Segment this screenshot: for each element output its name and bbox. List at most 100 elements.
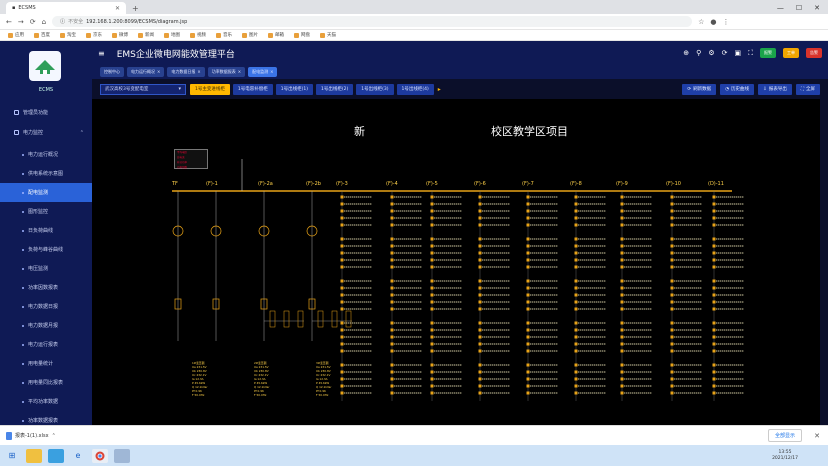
sidebar-subitem[interactable]: 电力运行报表	[0, 335, 92, 354]
sidebar-section-power-monitor[interactable]: 电力监控 ⌃	[0, 123, 92, 142]
close-icon[interactable]: ×	[157, 69, 160, 75]
action-button[interactable]: ⛶ 全屏	[795, 83, 820, 95]
search-icon[interactable]: ⚲	[696, 49, 701, 57]
browser-tab[interactable]: ▪ ECSMS ✕	[6, 2, 126, 14]
sidebar-item-admin[interactable]: 管理员功能	[0, 103, 92, 122]
target-icon[interactable]: ⊕	[683, 49, 689, 57]
switch-symbol	[574, 377, 578, 381]
star-icon[interactable]: ☆	[698, 18, 704, 26]
close-icon[interactable]: ×	[238, 69, 241, 75]
app-icon[interactable]	[114, 448, 130, 463]
new-tab-button[interactable]: +	[132, 4, 139, 13]
bookmark-item[interactable]: 应用	[8, 32, 24, 38]
sidebar-subitem[interactable]: 供电系统示意图	[0, 164, 92, 183]
download-item[interactable]: 报表-1(1).xlsx ⌃	[6, 431, 56, 440]
switch-symbol	[526, 195, 530, 199]
close-window-button[interactable]: ✕	[814, 4, 820, 12]
bookmark-item[interactable]: 视频	[190, 32, 206, 38]
feeder-chip[interactable]: 1号出线柜(3)	[356, 83, 394, 95]
bookmark-item[interactable]: 微博	[112, 32, 128, 38]
forward-button[interactable]: →	[18, 18, 24, 26]
chevron-up-icon[interactable]: ⌃	[52, 433, 56, 439]
sidebar-subitem[interactable]: 电力数据日报	[0, 297, 92, 316]
media-icon[interactable]	[48, 448, 64, 463]
screen-icon[interactable]: ▣	[734, 49, 741, 57]
feeder-chip[interactable]: 1号出线柜(2)	[316, 83, 354, 95]
sidebar-subitem[interactable]: 日负荷曲线	[0, 221, 92, 240]
home-button[interactable]: ⌂	[42, 18, 46, 26]
chrome-icon[interactable]	[92, 448, 108, 463]
bookmark-item[interactable]: 百度	[34, 32, 50, 38]
bookmark-item[interactable]: 音乐	[216, 32, 232, 38]
sidebar-subitem[interactable]: 电压监测	[0, 259, 92, 278]
address-bar[interactable]: ⓘ 不安全 192.168.1.200:8099/ECSMS/diagram.j…	[52, 16, 693, 27]
sidebar-subitem[interactable]: 功率数据报表	[0, 411, 92, 425]
feeder-chip[interactable]: 1号出线柜(1)	[275, 83, 313, 95]
show-all-button[interactable]: 全部显示	[767, 429, 802, 442]
action-button[interactable]: ⇩ 报表导出	[758, 83, 792, 95]
bookmark-item[interactable]: 淘宝	[60, 32, 76, 38]
nav-tab[interactable]: 电力运行概况 ×	[127, 67, 165, 77]
profile-icon[interactable]: ●	[710, 18, 716, 26]
sidebar-subitem[interactable]: 图形监控	[0, 202, 92, 221]
close-icon[interactable]: ✕	[814, 432, 820, 440]
alarm-badge[interactable]: 报警	[760, 48, 776, 58]
more-menu-icon[interactable]: ⋮	[722, 18, 729, 26]
sidebar-subitem[interactable]: 用电量同比报表	[0, 373, 92, 392]
bookmark-item[interactable]: 天猫	[320, 32, 336, 38]
nav-tab[interactable]: 功率数据报表 ×	[207, 67, 246, 77]
sidebar-subitem[interactable]: 平均功率数据	[0, 392, 92, 411]
sidebar-subitem[interactable]: 配电监测	[0, 183, 92, 202]
switch-symbol	[430, 321, 434, 325]
fullscreen-icon[interactable]: ⛶	[748, 49, 753, 58]
switch-symbol	[620, 209, 624, 213]
feeder-chip[interactable]: 1号电容补偿柜	[232, 83, 273, 95]
nav-tab-label: 配电监测	[252, 69, 269, 74]
switch-symbol	[712, 209, 716, 213]
explorer-icon[interactable]	[26, 448, 42, 463]
switch-symbol	[430, 300, 434, 304]
switch-symbol	[574, 251, 578, 255]
bookmark-item[interactable]: 地图	[164, 32, 180, 38]
switch-symbol	[670, 321, 674, 325]
bookmark-item[interactable]: 京东	[86, 32, 102, 38]
ie-icon[interactable]: e	[70, 449, 86, 463]
select-value: 武汉高校3号变配电室	[105, 87, 149, 92]
sidebar-subitem[interactable]: 用电量统计	[0, 354, 92, 373]
close-icon[interactable]: ×	[197, 69, 200, 75]
bookmark-item[interactable]: 图片	[242, 32, 258, 38]
close-tab-icon[interactable]: ✕	[115, 5, 120, 12]
action-button[interactable]: ⟳ 刷新数据	[682, 83, 717, 95]
switch-symbol	[620, 328, 624, 332]
bookmark-item[interactable]: 新闻	[138, 32, 154, 38]
feeder-chip[interactable]: 1号主变进线柜	[190, 83, 230, 95]
bookmark-item[interactable]: 网盘	[294, 32, 310, 38]
back-button[interactable]: ←	[6, 18, 12, 26]
nav-tab-label: 电力运行概况	[131, 69, 155, 74]
sidebar-subitem[interactable]: 电力运行概况	[0, 145, 92, 164]
menu-toggle-icon[interactable]: ≡	[98, 49, 105, 58]
sidebar-subitem[interactable]: 功率因数报表	[0, 278, 92, 297]
nav-tab[interactable]: 电力数据日报 ×	[167, 67, 205, 77]
nav-tab[interactable]: 控制中心	[100, 67, 124, 77]
warning-badge[interactable]: 告警	[806, 48, 822, 58]
reload-button[interactable]: ⟳	[30, 18, 36, 26]
feeder-chip[interactable]: 1号出线柜(4)	[396, 83, 434, 95]
nav-tab[interactable]: 配电监测 ×	[248, 67, 278, 77]
workorder-badge[interactable]: 工单	[783, 48, 799, 58]
maximize-button[interactable]: ☐	[796, 4, 802, 12]
gear-icon[interactable]: ⚙	[708, 49, 714, 57]
action-button[interactable]: ◔ 历史曲线	[720, 83, 755, 95]
vertical-scrollbar[interactable]	[820, 99, 828, 425]
switch-symbol	[620, 300, 624, 304]
sidebar-subitem[interactable]: 负荷与峰谷曲线	[0, 240, 92, 259]
substation-select[interactable]: 武汉高校3号变配电室 ▾	[100, 83, 186, 95]
close-icon[interactable]: ×	[270, 69, 273, 75]
chevron-right-icon[interactable]: ▸	[438, 86, 441, 93]
refresh-icon[interactable]: ⟳	[722, 49, 728, 57]
sidebar-subitem[interactable]: 电力数据月报	[0, 316, 92, 335]
start-icon[interactable]: ⊞	[4, 449, 20, 463]
minimize-button[interactable]: —	[777, 4, 784, 12]
bookmark-item[interactable]: 邮箱	[268, 32, 284, 38]
switch-symbol	[712, 258, 716, 262]
